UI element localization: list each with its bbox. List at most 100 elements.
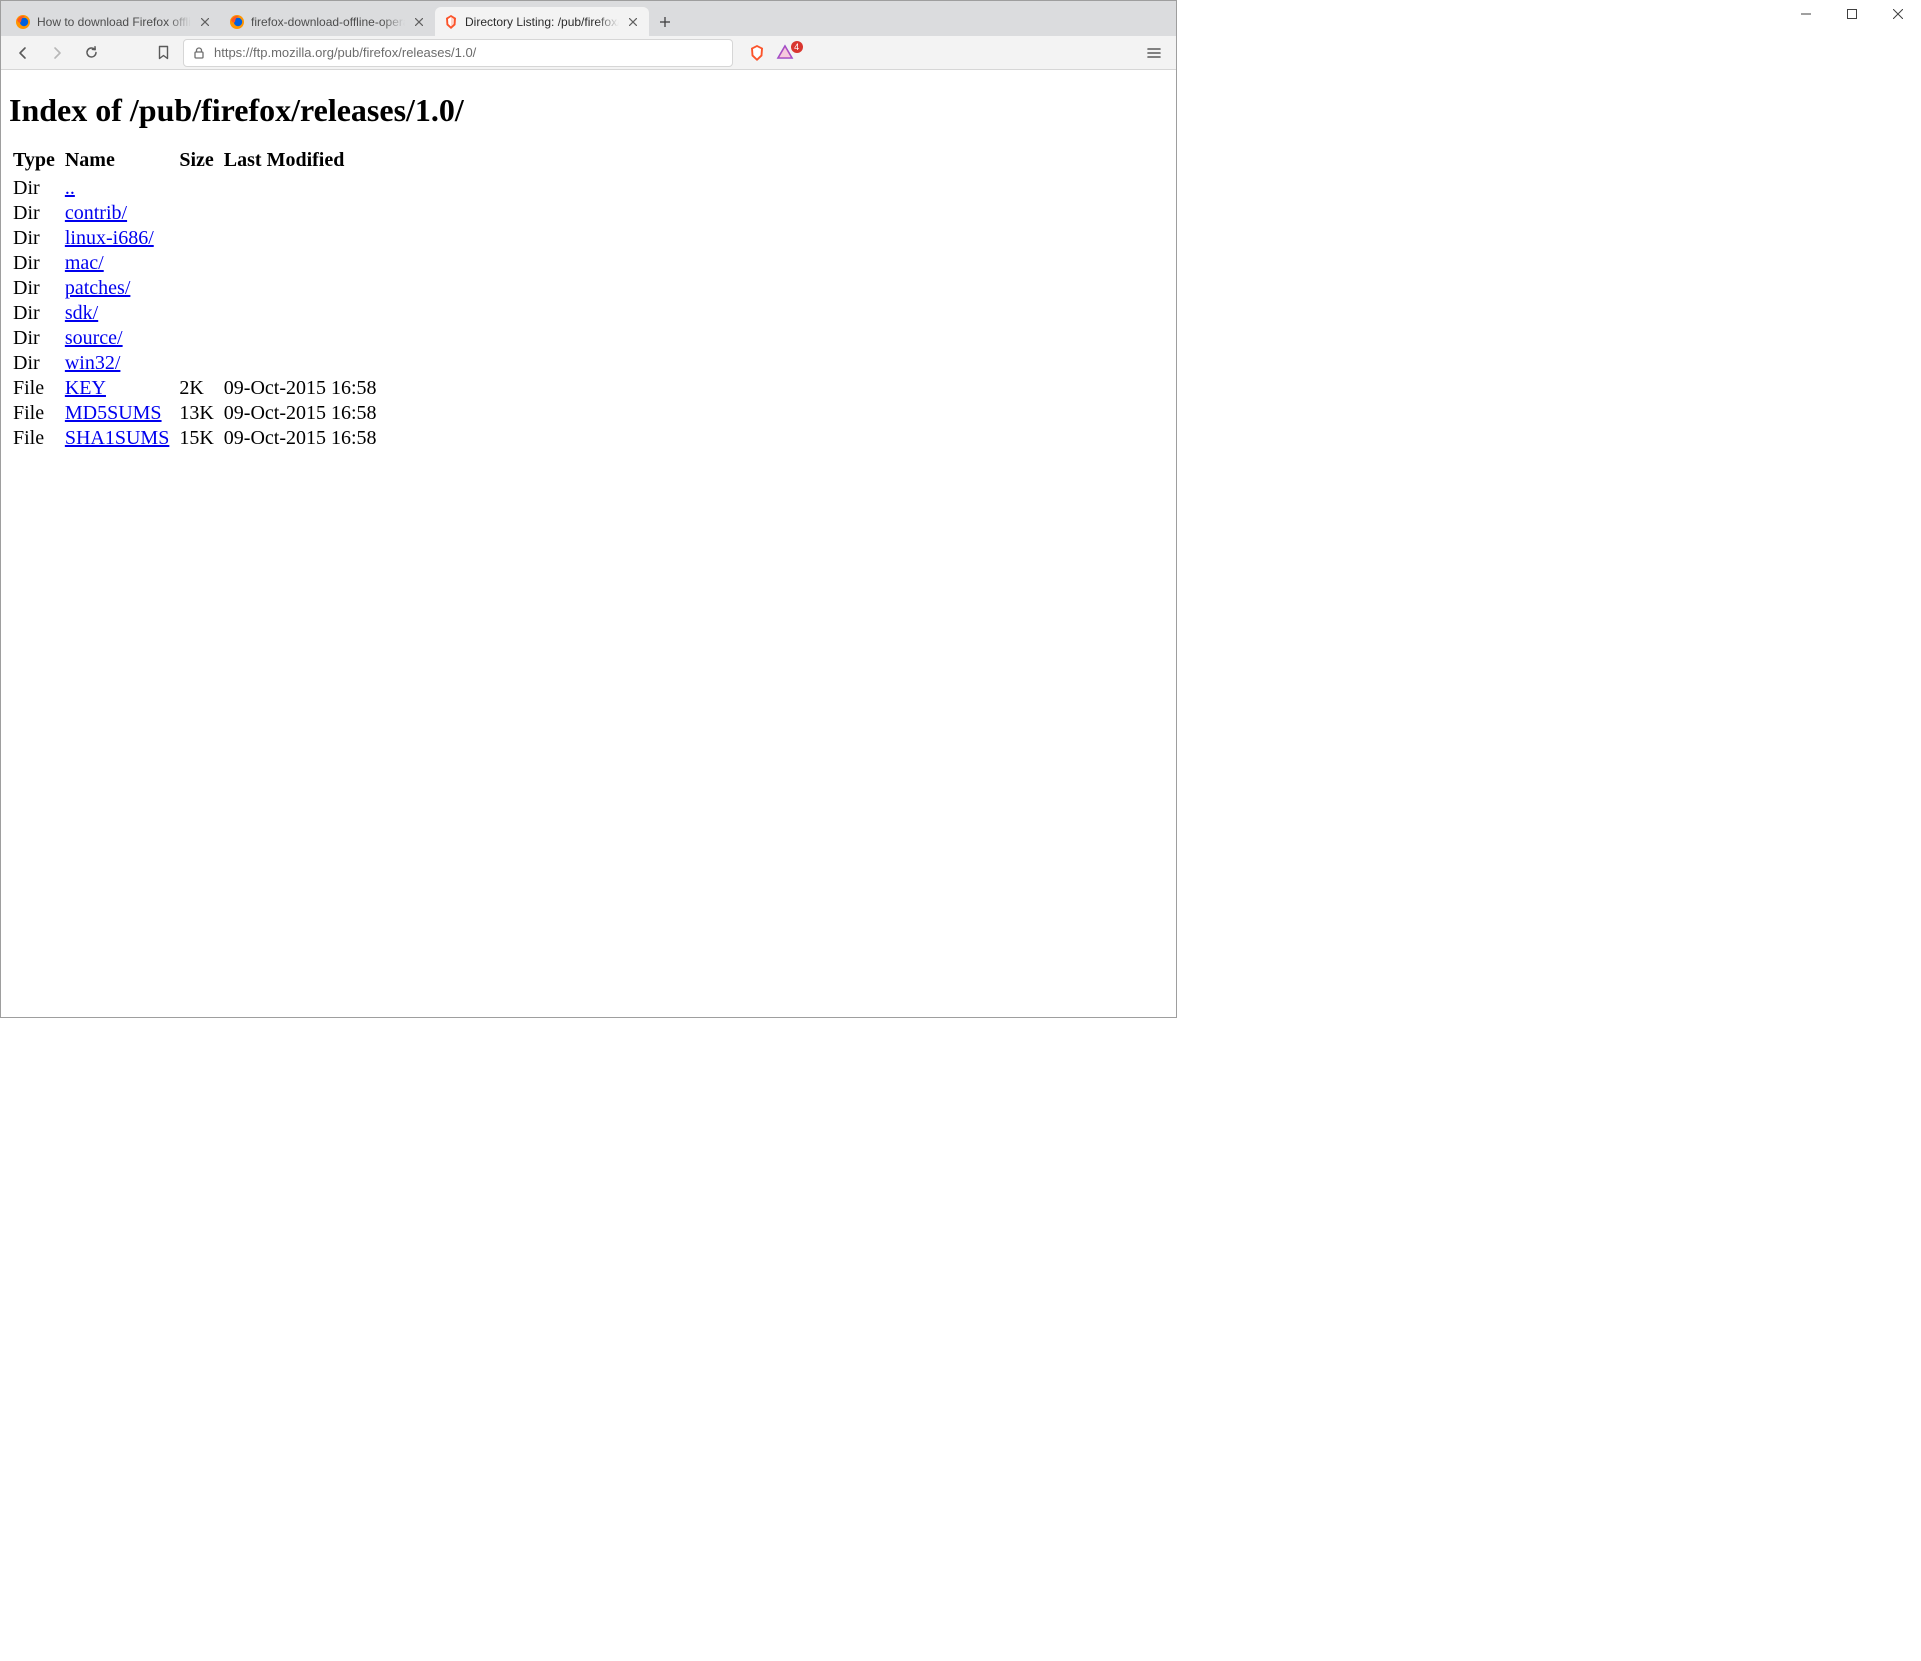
close-icon[interactable] [625, 14, 641, 30]
lock-icon [192, 46, 206, 60]
directory-link[interactable]: KEY [65, 377, 106, 399]
cell-type: File [9, 376, 61, 401]
cell-type: Dir [9, 351, 61, 376]
cell-size [175, 226, 219, 251]
directory-link[interactable]: source/ [65, 327, 123, 349]
cell-name: MD5SUMS [61, 401, 175, 426]
cell-modified [220, 326, 383, 351]
cell-type: File [9, 401, 61, 426]
table-row: Dirsource/ [9, 326, 383, 351]
toolbar: https://ftp.mozilla.org/pub/firefox/rele… [1, 36, 1176, 70]
table-header-row: Type Name Size Last Modified [9, 147, 383, 176]
address-bar[interactable]: https://ftp.mozilla.org/pub/firefox/rele… [183, 39, 733, 67]
window-close-button[interactable] [1875, 0, 1921, 28]
table-row: Dirsdk/ [9, 301, 383, 326]
close-icon[interactable] [411, 14, 427, 30]
tab-2[interactable]: Directory Listing: /pub/firefox/rele [435, 7, 649, 36]
table-row: Dir.. [9, 176, 383, 201]
directory-listing-table: Type Name Size Last Modified Dir..Dircon… [9, 147, 383, 451]
cell-modified [220, 226, 383, 251]
directory-link[interactable]: linux-i686/ [65, 227, 154, 249]
tab-0[interactable]: How to download Firefox offline in [7, 7, 221, 36]
tab-1[interactable]: firefox-download-offline-operatin [221, 7, 435, 36]
cell-name: .. [61, 176, 175, 201]
back-button[interactable] [9, 39, 37, 67]
cell-size: 2K [175, 376, 219, 401]
brave-shield-icon [747, 43, 767, 63]
table-row: FileKEY 2K09-Oct-2015 16:58 [9, 376, 383, 401]
tab-title: How to download Firefox offline in [37, 15, 191, 29]
close-icon[interactable] [197, 14, 213, 30]
cell-name: source/ [61, 326, 175, 351]
cell-modified [220, 276, 383, 301]
brave-shields-button[interactable] [743, 39, 771, 67]
bookmark-button[interactable] [149, 39, 177, 67]
window-maximize-button[interactable] [1829, 0, 1875, 28]
viewport[interactable]: Index of /pub/firefox/releases/1.0/ Type… [1, 70, 1176, 1017]
forward-button[interactable] [43, 39, 71, 67]
col-type: Type [9, 147, 61, 176]
cell-type: Dir [9, 226, 61, 251]
reload-button[interactable] [77, 39, 105, 67]
cell-size: 15K [175, 426, 219, 451]
url-text: https://ftp.mozilla.org/pub/firefox/rele… [214, 45, 724, 60]
cell-type: Dir [9, 326, 61, 351]
cell-name: sdk/ [61, 301, 175, 326]
badge-count: 4 [791, 41, 803, 53]
cell-size [175, 251, 219, 276]
directory-link[interactable]: MD5SUMS [65, 402, 162, 424]
cell-type: Dir [9, 276, 61, 301]
cell-name: contrib/ [61, 201, 175, 226]
tab-bar: How to download Firefox offline in firef… [1, 1, 1176, 36]
cell-size [175, 326, 219, 351]
window-minimize-button[interactable] [1783, 0, 1829, 28]
cell-size: 13K [175, 401, 219, 426]
directory-link[interactable]: contrib/ [65, 202, 127, 224]
cell-type: File [9, 426, 61, 451]
brave-rewards-icon: 4 [775, 43, 799, 63]
cell-modified [220, 251, 383, 276]
table-row: Dirpatches/ [9, 276, 383, 301]
menu-button[interactable] [1140, 39, 1168, 67]
table-row: Dircontrib/ [9, 201, 383, 226]
cell-name: win32/ [61, 351, 175, 376]
firefox-icon [15, 14, 31, 30]
directory-link[interactable]: win32/ [65, 352, 121, 374]
brave-icon [443, 14, 459, 30]
table-row: FileMD5SUMS 13K09-Oct-2015 16:58 [9, 401, 383, 426]
cell-modified [220, 201, 383, 226]
table-row: Dirlinux-i686/ [9, 226, 383, 251]
cell-size [175, 351, 219, 376]
tab-title: Directory Listing: /pub/firefox/rele [465, 15, 619, 29]
cell-modified: 09-Oct-2015 16:58 [220, 401, 383, 426]
cell-type: Dir [9, 301, 61, 326]
tab-title: firefox-download-offline-operatin [251, 15, 405, 29]
directory-link[interactable]: sdk/ [65, 302, 98, 324]
window-controls [1783, 0, 1921, 28]
firefox-icon [229, 14, 245, 30]
directory-link[interactable]: patches/ [65, 277, 131, 299]
col-size: Size [175, 147, 219, 176]
cell-modified: 09-Oct-2015 16:58 [220, 376, 383, 401]
cell-size [175, 301, 219, 326]
directory-link[interactable]: mac/ [65, 252, 104, 274]
table-row: Dirwin32/ [9, 351, 383, 376]
cell-type: Dir [9, 201, 61, 226]
page-content: Index of /pub/firefox/releases/1.0/ Type… [1, 70, 1176, 459]
col-name: Name [61, 147, 175, 176]
new-tab-button[interactable] [651, 8, 679, 36]
cell-modified [220, 176, 383, 201]
col-last-modified: Last Modified [220, 147, 383, 176]
toolbar-right: 4 [743, 39, 801, 67]
directory-link[interactable]: SHA1SUMS [65, 427, 169, 449]
table-row: FileSHA1SUMS 15K09-Oct-2015 16:58 [9, 426, 383, 451]
cell-type: Dir [9, 251, 61, 276]
cell-modified: 09-Oct-2015 16:58 [220, 426, 383, 451]
cell-size [175, 176, 219, 201]
brave-rewards-button[interactable]: 4 [773, 39, 801, 67]
cell-modified [220, 351, 383, 376]
directory-link[interactable]: .. [65, 177, 75, 199]
cell-modified [220, 301, 383, 326]
table-row: Dirmac/ [9, 251, 383, 276]
cell-type: Dir [9, 176, 61, 201]
